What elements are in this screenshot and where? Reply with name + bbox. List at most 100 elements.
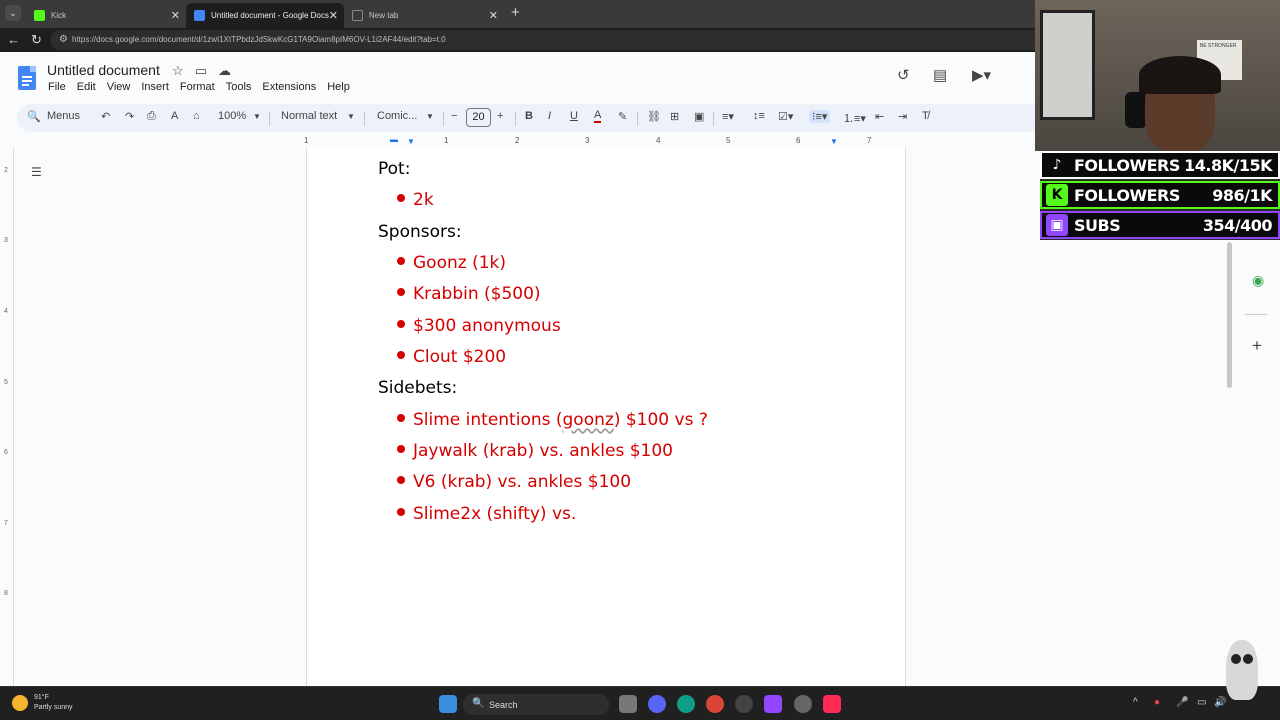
indent-marker-icon[interactable]: ▼ xyxy=(407,137,415,146)
menu-format[interactable]: Format xyxy=(180,81,215,93)
menu-edit[interactable]: Edit xyxy=(77,81,96,93)
tiktok-followers-counter: ♪ FOLLOWERS 14.8K/15K xyxy=(1040,151,1280,179)
chevron-down-icon[interactable]: ▼ xyxy=(253,112,261,121)
spelling-suggestion[interactable]: goonz xyxy=(563,410,614,430)
line-spacing-icon[interactable]: ↕≡ xyxy=(753,110,765,122)
chevron-down-icon[interactable]: ▼ xyxy=(426,112,434,121)
maps-icon[interactable]: ◉ xyxy=(1252,272,1264,289)
tiktok-app-icon[interactable] xyxy=(823,695,841,713)
search-menus-label[interactable]: Menus xyxy=(47,110,80,122)
close-icon[interactable]: ✕ xyxy=(329,9,338,22)
tab-google-docs[interactable]: Untitled document - Google Docs ✕ xyxy=(186,3,344,28)
media-player-icon[interactable] xyxy=(735,695,753,713)
menu-file[interactable]: File xyxy=(48,81,66,93)
bold-icon[interactable]: B xyxy=(525,110,533,122)
twitch-app-icon[interactable] xyxy=(764,695,782,713)
text-color-icon[interactable]: A xyxy=(594,110,602,123)
network-icon[interactable]: ▭ xyxy=(1197,697,1206,708)
menu-tools[interactable]: Tools xyxy=(226,81,252,93)
weather-widget[interactable]: 91°F Partly sunny xyxy=(12,693,73,713)
obs-icon[interactable] xyxy=(794,695,812,713)
reload-icon[interactable]: ↻ xyxy=(31,32,42,48)
tab-label: Untitled document - Google Docs xyxy=(211,11,329,20)
increase-font-size-icon[interactable]: + xyxy=(497,110,503,122)
decrease-indent-icon[interactable]: ⇤ xyxy=(875,110,884,123)
volume-icon[interactable]: 🔊 xyxy=(1214,697,1226,708)
tab-search-button[interactable]: ⌄ xyxy=(5,5,21,21)
highlight-icon[interactable]: ✎ xyxy=(618,110,627,123)
list-item: V6 (krab) vs. ankles $100 xyxy=(397,472,631,492)
redo-icon[interactable]: ↷ xyxy=(125,110,134,123)
checklist-icon[interactable]: ☑▾ xyxy=(778,110,793,123)
version-history-icon[interactable]: ↺ xyxy=(897,66,910,84)
start-icon[interactable] xyxy=(439,695,457,713)
tray-chevron-icon[interactable]: ^ xyxy=(1133,697,1138,708)
menu-insert[interactable]: Insert xyxy=(141,81,169,93)
document-title[interactable]: Untitled document xyxy=(47,62,160,78)
owl-logo xyxy=(1226,640,1258,700)
star-icon[interactable]: ☆ xyxy=(172,63,184,79)
tray-app-icon[interactable]: ● xyxy=(1154,697,1160,708)
screen: ⌄ Kick ✕ Untitled document - Google Docs… xyxy=(0,0,1280,720)
link-icon[interactable]: ⛓ xyxy=(647,110,661,123)
move-folder-icon[interactable]: ▭ xyxy=(195,63,207,79)
chrome-icon[interactable] xyxy=(706,695,724,713)
document-outline-icon[interactable]: ☰ xyxy=(31,165,42,179)
paint-format-icon[interactable]: ⌂ xyxy=(193,110,200,122)
align-icon[interactable]: ≡▾ xyxy=(722,110,734,123)
italic-icon[interactable]: I xyxy=(548,110,551,122)
undo-icon[interactable]: ↶ xyxy=(101,110,110,123)
comments-icon[interactable]: ▤ xyxy=(933,66,947,84)
taskbar: 91°F Partly sunny 🔍 Search ^ ● 🎤 ▭ 🔊 xyxy=(0,686,1280,720)
document-page[interactable]: Pot: 2k Sponsors: Goonz (1k) Krabbin ($5… xyxy=(306,147,906,686)
toolbar: 🔍 Menus ↶ ↷ ⎙ A ⌂ 100% ▼ Normal text ▼ C… xyxy=(17,104,1040,132)
zoom-select[interactable]: 100% xyxy=(218,110,246,122)
font-size-input[interactable]: 20 xyxy=(466,108,491,127)
menu-extensions[interactable]: Extensions xyxy=(262,81,316,93)
indent-marker-icon[interactable]: ▬ xyxy=(390,135,398,144)
menu-help[interactable]: Help xyxy=(327,81,350,93)
spellcheck-icon[interactable]: A xyxy=(171,110,178,122)
tab-label: New tab xyxy=(369,11,399,20)
ruler-number: 1 xyxy=(304,136,309,145)
search-menus-icon[interactable]: 🔍 xyxy=(27,110,41,123)
list-item: Slime intentions (goonz) $100 vs ? xyxy=(397,410,708,430)
print-icon[interactable]: ⎙ xyxy=(147,110,156,123)
menu-view[interactable]: View xyxy=(107,81,131,93)
new-tab-button[interactable]: + xyxy=(511,5,520,21)
taskbar-search[interactable]: 🔍 Search xyxy=(463,694,609,715)
ruler-number: 3 xyxy=(4,237,8,244)
style-select[interactable]: Normal text xyxy=(281,110,337,122)
add-addon-icon[interactable]: + xyxy=(1252,336,1262,356)
underline-icon[interactable]: U xyxy=(570,110,578,122)
docs-logo-icon[interactable] xyxy=(18,66,36,90)
scrollbar[interactable] xyxy=(1227,242,1232,388)
bulleted-list-icon[interactable]: ⁝≡▾ xyxy=(809,110,831,123)
add-comment-icon[interactable]: ⊞ xyxy=(670,110,679,123)
chevron-down-icon[interactable]: ▼ xyxy=(347,112,355,121)
image-icon[interactable]: ▣ xyxy=(694,110,704,123)
site-info-icon[interactable]: ⚙ xyxy=(59,34,68,45)
edge-icon[interactable] xyxy=(677,695,695,713)
decrease-font-size-icon[interactable]: − xyxy=(451,110,457,122)
ruler-number: 2 xyxy=(515,136,520,145)
cloud-status-icon[interactable]: ☁ xyxy=(218,63,231,79)
docs-icon xyxy=(194,10,205,21)
increase-indent-icon[interactable]: ⇥ xyxy=(898,110,907,123)
close-icon[interactable]: ✕ xyxy=(489,9,498,22)
tab-new-tab[interactable]: New tab ✕ xyxy=(344,3,504,28)
clear-formatting-icon[interactable]: T̸ xyxy=(922,110,929,122)
task-view-icon[interactable] xyxy=(619,695,637,713)
back-icon[interactable]: ← xyxy=(7,32,20,47)
tab-kick[interactable]: Kick ✕ xyxy=(26,3,186,28)
list-item: 2k xyxy=(397,190,434,210)
right-indent-marker-icon[interactable]: ▼ xyxy=(830,137,838,146)
ruler-number: 5 xyxy=(4,379,8,386)
close-icon[interactable]: ✕ xyxy=(171,9,180,22)
discord-icon[interactable] xyxy=(648,695,666,713)
numbered-list-icon[interactable]: ⒈≡▾ xyxy=(843,110,866,126)
mic-icon[interactable]: 🎤 xyxy=(1176,697,1188,708)
omnibox[interactable]: ⚙ https://docs.google.com/document/d/1zw… xyxy=(50,30,1040,50)
meet-icon[interactable]: ▶▾ xyxy=(972,66,991,84)
font-select[interactable]: Comic... xyxy=(377,110,417,122)
